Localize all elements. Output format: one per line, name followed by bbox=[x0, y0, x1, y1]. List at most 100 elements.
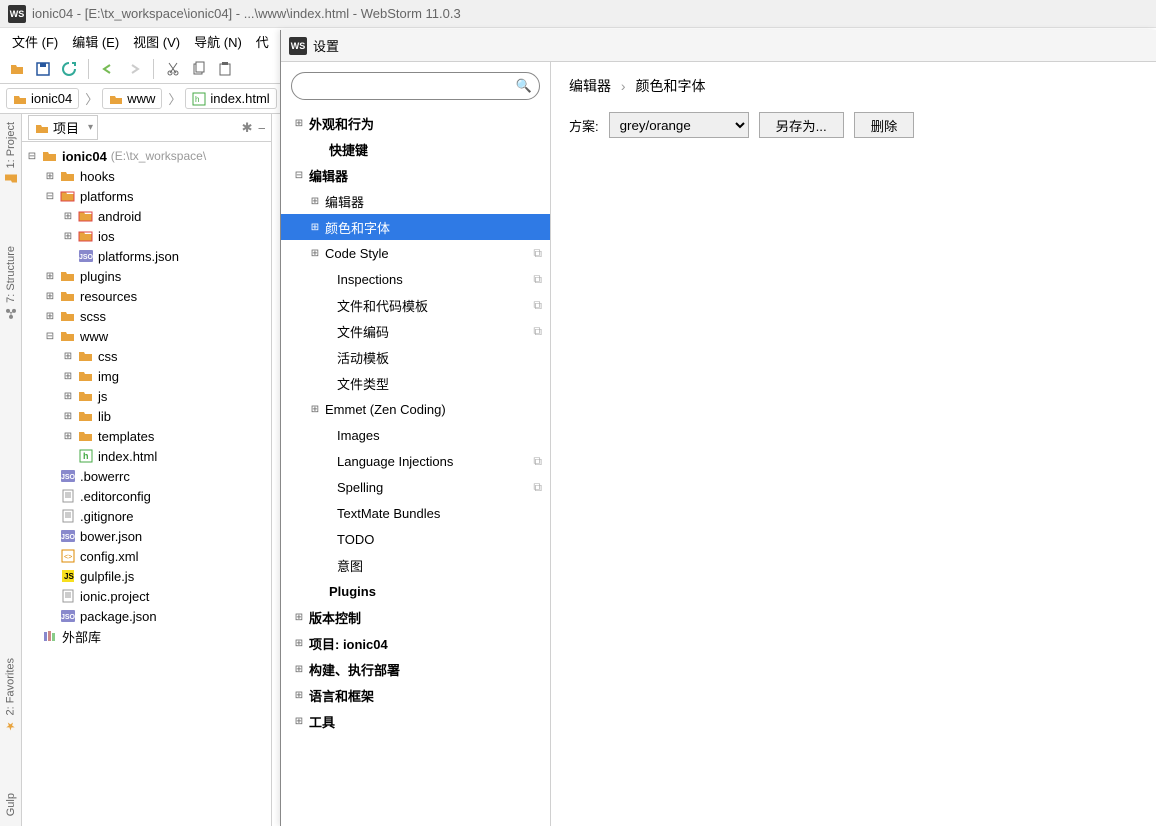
settings-tree-node[interactable]: ⊞版本控制 bbox=[281, 604, 550, 630]
settings-tree-node[interactable]: TextMate Bundles bbox=[281, 500, 550, 526]
tree-node[interactable]: .gitignore bbox=[22, 506, 271, 526]
tree-toggle-icon[interactable]: ⊞ bbox=[62, 391, 74, 402]
tree-node[interactable]: hindex.html bbox=[22, 446, 271, 466]
tree-toggle-icon[interactable]: ⊞ bbox=[309, 404, 321, 415]
settings-search-input[interactable] bbox=[291, 72, 540, 100]
tree-node[interactable]: ⊞scss bbox=[22, 306, 271, 326]
breadcrumb-item[interactable]: h index.html bbox=[185, 88, 276, 109]
tree-node[interactable]: .editorconfig bbox=[22, 486, 271, 506]
tree-toggle-icon[interactable]: ⊞ bbox=[62, 231, 74, 242]
tree-toggle-icon[interactable]: ⊞ bbox=[309, 248, 321, 259]
paste-icon[interactable] bbox=[214, 58, 236, 80]
tree-node[interactable]: ⊞img bbox=[22, 366, 271, 386]
open-icon[interactable] bbox=[6, 58, 28, 80]
settings-tree-node[interactable]: Inspections⧉ bbox=[281, 266, 550, 292]
tree-node[interactable]: JSON.bowerrc bbox=[22, 466, 271, 486]
rail-gulp[interactable]: Gulp bbox=[5, 793, 17, 816]
project-view-dropdown[interactable]: 项目 bbox=[28, 115, 98, 140]
settings-tree-node[interactable]: ⊞工具 bbox=[281, 708, 550, 734]
tree-toggle-icon[interactable]: ⊞ bbox=[293, 638, 305, 649]
settings-tree-node[interactable]: Language Injections⧉ bbox=[281, 448, 550, 474]
cut-icon[interactable] bbox=[162, 58, 184, 80]
project-tree[interactable]: ⊟ionic04(E:\tx_workspace\⊞hooks⊟platform… bbox=[22, 142, 271, 826]
settings-tree-node[interactable]: ⊞语言和框架 bbox=[281, 682, 550, 708]
settings-tree-node[interactable]: 快捷键 bbox=[281, 136, 550, 162]
scheme-select[interactable]: grey/orange bbox=[609, 112, 749, 138]
menu-edit[interactable]: 编辑 (E) bbox=[68, 30, 123, 53]
settings-tree-node[interactable]: 文件和代码模板⧉ bbox=[281, 292, 550, 318]
tree-node[interactable]: ⊞plugins bbox=[22, 266, 271, 286]
rail-project[interactable]: 1: Project bbox=[4, 122, 18, 186]
breadcrumb-item[interactable]: www bbox=[102, 88, 162, 109]
copy-icon[interactable] bbox=[188, 58, 210, 80]
settings-tree-node[interactable]: ⊞外观和行为 bbox=[281, 110, 550, 136]
tree-node[interactable]: ⊞hooks bbox=[22, 166, 271, 186]
settings-tree-node[interactable]: ⊞编辑器 bbox=[281, 188, 550, 214]
settings-tree[interactable]: ⊞外观和行为快捷键⊟编辑器⊞编辑器⊞颜色和字体⊞Code Style⧉Inspe… bbox=[281, 110, 550, 826]
tree-node[interactable]: JSONpackage.json bbox=[22, 606, 271, 626]
menu-navigate[interactable]: 导航 (N) bbox=[190, 30, 246, 53]
rail-favorites[interactable]: ★ 2: Favorites bbox=[4, 658, 17, 732]
tree-toggle-icon[interactable]: ⊞ bbox=[293, 612, 305, 623]
save-icon[interactable] bbox=[32, 58, 54, 80]
tree-toggle-icon[interactable]: ⊞ bbox=[44, 291, 56, 302]
tree-node[interactable]: ⊞js bbox=[22, 386, 271, 406]
rail-structure[interactable]: 7: Structure bbox=[4, 246, 18, 321]
settings-tree-node[interactable]: ⊞颜色和字体 bbox=[281, 214, 550, 240]
tree-node[interactable]: <>config.xml bbox=[22, 546, 271, 566]
settings-tree-node[interactable]: ⊞Code Style⧉ bbox=[281, 240, 550, 266]
tree-toggle-icon[interactable]: ⊞ bbox=[309, 196, 321, 207]
tree-toggle-icon[interactable]: ⊞ bbox=[62, 431, 74, 442]
menu-file[interactable]: 文件 (F) bbox=[8, 30, 62, 53]
sync-icon[interactable] bbox=[58, 58, 80, 80]
settings-tree-node[interactable]: ⊞构建、执行部署 bbox=[281, 656, 550, 682]
settings-tree-node[interactable]: Spelling⧉ bbox=[281, 474, 550, 500]
redo-icon[interactable] bbox=[123, 58, 145, 80]
tree-node[interactable]: 外部库 bbox=[22, 626, 271, 646]
settings-tree-node[interactable]: ⊞项目: ionic04 bbox=[281, 630, 550, 656]
settings-tree-node[interactable]: Plugins bbox=[281, 578, 550, 604]
tree-toggle-icon[interactable]: ⊞ bbox=[44, 171, 56, 182]
tree-node[interactable]: ⊞resources bbox=[22, 286, 271, 306]
tree-node[interactable]: ⊞templates bbox=[22, 426, 271, 446]
settings-tree-node[interactable]: Images bbox=[281, 422, 550, 448]
settings-tree-node[interactable]: 意图 bbox=[281, 552, 550, 578]
tree-toggle-icon[interactable]: ⊞ bbox=[309, 222, 321, 233]
tree-node[interactable]: JSONplatforms.json bbox=[22, 246, 271, 266]
tree-toggle-icon[interactable]: ⊞ bbox=[62, 411, 74, 422]
tree-node[interactable]: ⊞ios bbox=[22, 226, 271, 246]
tree-node[interactable]: ⊟www bbox=[22, 326, 271, 346]
tree-toggle-icon[interactable]: ⊟ bbox=[44, 331, 56, 342]
settings-tree-node[interactable]: TODO bbox=[281, 526, 550, 552]
tree-toggle-icon[interactable]: ⊞ bbox=[293, 690, 305, 701]
save-as-button[interactable]: 另存为... bbox=[759, 112, 844, 138]
breadcrumb-item[interactable]: ionic04 bbox=[6, 88, 79, 109]
collapse-icon[interactable]: ⎯ bbox=[259, 120, 266, 136]
tree-toggle-icon[interactable]: ⊟ bbox=[44, 191, 56, 202]
tree-toggle-icon[interactable]: ⊟ bbox=[26, 151, 38, 162]
tree-toggle-icon[interactable]: ⊞ bbox=[44, 271, 56, 282]
tree-node[interactable]: ⊟ionic04(E:\tx_workspace\ bbox=[22, 146, 271, 166]
menu-view[interactable]: 视图 (V) bbox=[129, 30, 184, 53]
settings-tree-node[interactable]: ⊟编辑器 bbox=[281, 162, 550, 188]
undo-icon[interactable] bbox=[97, 58, 119, 80]
settings-tree-node[interactable]: 文件编码⧉ bbox=[281, 318, 550, 344]
tree-toggle-icon[interactable]: ⊞ bbox=[62, 371, 74, 382]
tree-node[interactable]: ⊞css bbox=[22, 346, 271, 366]
gear-icon[interactable]: ✱ bbox=[242, 120, 253, 136]
tree-toggle-icon[interactable]: ⊞ bbox=[293, 664, 305, 675]
tree-node[interactable]: ⊞lib bbox=[22, 406, 271, 426]
settings-tree-node[interactable]: 文件类型 bbox=[281, 370, 550, 396]
delete-button[interactable]: 删除 bbox=[854, 112, 915, 138]
settings-tree-node[interactable]: ⊞Emmet (Zen Coding) bbox=[281, 396, 550, 422]
tree-toggle-icon[interactable]: ⊞ bbox=[62, 351, 74, 362]
tree-toggle-icon[interactable]: ⊟ bbox=[293, 170, 305, 181]
settings-tree-node[interactable]: 活动模板 bbox=[281, 344, 550, 370]
tree-toggle-icon[interactable]: ⊞ bbox=[293, 716, 305, 727]
tree-node[interactable]: ionic.project bbox=[22, 586, 271, 606]
tree-node[interactable]: JSgulpfile.js bbox=[22, 566, 271, 586]
menu-more[interactable]: 代 bbox=[252, 30, 273, 53]
tree-toggle-icon[interactable]: ⊞ bbox=[44, 311, 56, 322]
tree-toggle-icon[interactable]: ⊞ bbox=[293, 118, 305, 129]
tree-toggle-icon[interactable]: ⊞ bbox=[62, 211, 74, 222]
